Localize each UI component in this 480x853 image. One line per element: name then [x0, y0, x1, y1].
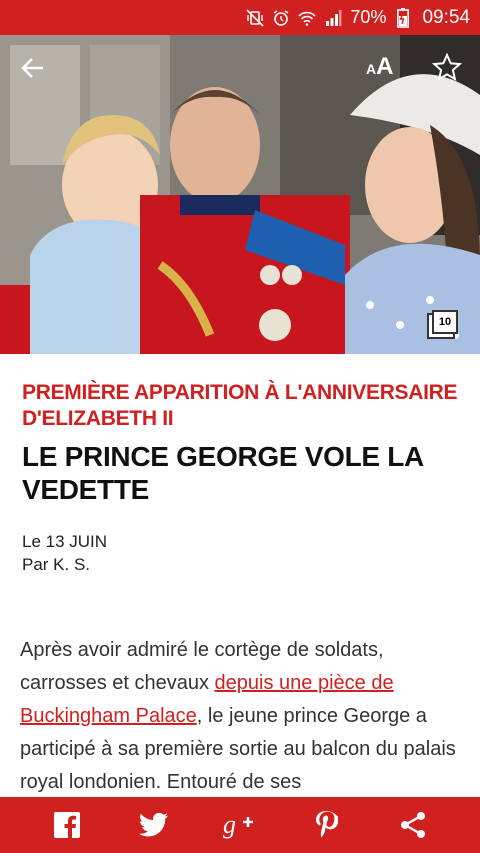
article-body: Après avoir admiré le cortège de soldats…: [20, 634, 465, 799]
share-icon[interactable]: [396, 808, 430, 842]
svg-text:g: g: [223, 811, 236, 839]
battery-charging-icon: [394, 7, 412, 28]
article-author: Par K. S.: [22, 555, 91, 574]
font-size-large-label: A: [376, 53, 394, 80]
pinterest-icon[interactable]: [309, 808, 343, 842]
article-meta: Le 13 JUIN Par K. S.: [22, 530, 107, 576]
hero-photo-illustration: [0, 35, 480, 354]
article-date: Le 13 JUIN: [22, 532, 108, 551]
battery-percent: 70%: [350, 7, 387, 27]
alarm-icon: [272, 9, 290, 27]
mute-vibrate-icon: [246, 8, 264, 27]
gallery-count-badge[interactable]: 10: [432, 310, 458, 334]
google-plus-icon[interactable]: g: [223, 808, 257, 842]
twitter-icon[interactable]: [137, 808, 171, 842]
facebook-icon[interactable]: [50, 808, 84, 842]
font-size-button[interactable]: AA: [366, 53, 393, 81]
favorite-star-icon[interactable]: [432, 53, 462, 83]
share-bar: g: [0, 797, 480, 853]
article-headline: LE PRINCE GEORGE VOLE LA VEDETTE: [22, 441, 423, 505]
back-arrow-icon[interactable]: [18, 53, 48, 83]
font-size-small-label: A: [366, 61, 377, 77]
wifi-icon: [298, 9, 317, 27]
hero-photo[interactable]: AA 10: [0, 35, 480, 354]
article-kicker: PREMIÈRE APPARITION À L'ANNIVERSAIRE D'E…: [22, 381, 458, 430]
signal-icon: [324, 9, 342, 27]
clock: 09:54: [422, 6, 470, 28]
status-bar: 70% 09:54: [0, 0, 480, 35]
